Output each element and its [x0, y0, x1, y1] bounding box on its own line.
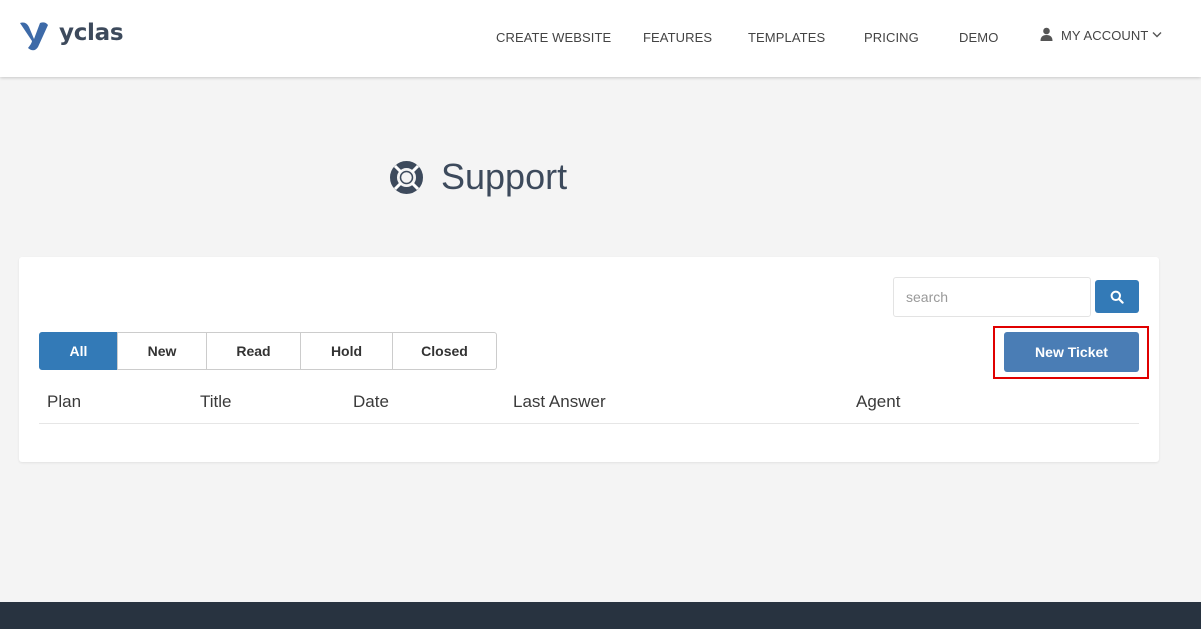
search-icon: [1110, 290, 1124, 304]
tab-hold[interactable]: Hold: [300, 332, 393, 370]
nav-my-account[interactable]: MY ACCOUNT: [1040, 27, 1162, 43]
tickets-panel: All New Read Hold Closed New Ticket Plan…: [19, 257, 1159, 462]
page-header: Support: [390, 156, 567, 198]
nav-pricing[interactable]: PRICING: [864, 30, 919, 45]
search-button[interactable]: [1095, 280, 1139, 313]
user-icon: [1040, 27, 1053, 41]
top-navbar: yclas CREATE WEBSITE FEATURES TEMPLATES …: [0, 0, 1201, 77]
nav-demo[interactable]: DEMO: [959, 30, 998, 45]
ticket-status-filter: All New Read Hold Closed: [39, 332, 497, 370]
tickets-table-header: Plan Title Date Last Answer Agent: [39, 387, 1139, 424]
tab-read[interactable]: Read: [206, 332, 301, 370]
column-header-title[interactable]: Title: [200, 392, 232, 412]
page-footer: [0, 602, 1201, 629]
nav-create-website[interactable]: CREATE WEBSITE: [496, 30, 611, 45]
column-header-plan[interactable]: Plan: [47, 392, 81, 412]
lifebuoy-icon: [390, 160, 423, 194]
search-input[interactable]: [893, 277, 1091, 317]
tab-new[interactable]: New: [117, 332, 207, 370]
nav-templates[interactable]: TEMPLATES: [748, 30, 825, 45]
nav-my-account-label: MY ACCOUNT: [1061, 28, 1149, 43]
column-header-agent[interactable]: Agent: [856, 392, 900, 412]
tab-closed[interactable]: Closed: [392, 332, 497, 370]
chevron-down-icon: [1152, 32, 1162, 38]
page-title: Support: [441, 156, 568, 197]
new-ticket-button[interactable]: New Ticket: [1004, 332, 1139, 372]
column-header-date[interactable]: Date: [353, 392, 389, 412]
main-nav: CREATE WEBSITE FEATURES TEMPLATES PRICIN…: [0, 27, 1201, 46]
column-header-last-answer[interactable]: Last Answer: [513, 392, 606, 412]
tab-all[interactable]: All: [39, 332, 118, 370]
nav-features[interactable]: FEATURES: [643, 30, 712, 45]
